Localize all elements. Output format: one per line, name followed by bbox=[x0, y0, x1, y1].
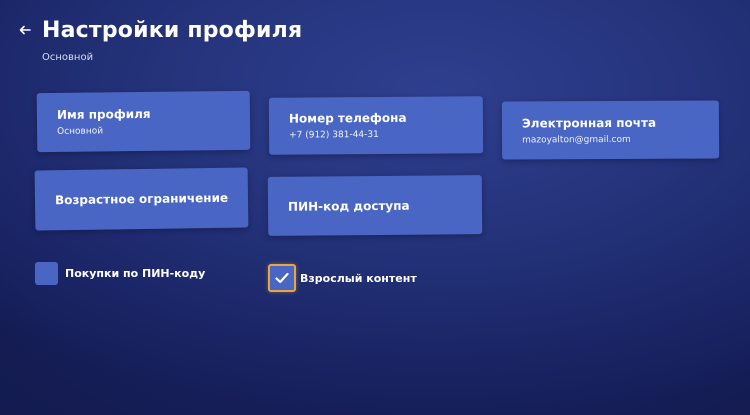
pin-code-card[interactable]: ПИН-код доступа bbox=[267, 175, 483, 236]
back-button[interactable] bbox=[17, 22, 33, 38]
profile-name-title: Имя профиля bbox=[56, 106, 151, 122]
email-card[interactable]: Электронная почта mazoyalton@gmail.com bbox=[501, 100, 720, 160]
arrow-left-icon bbox=[19, 25, 31, 35]
age-restriction-card[interactable]: Возрастное ограничение bbox=[34, 167, 249, 231]
checkmark-icon bbox=[275, 272, 289, 284]
age-restriction-title: Возрастное ограничение bbox=[54, 190, 229, 208]
adult-content-checkbox[interactable] bbox=[268, 264, 296, 292]
phone-value: +7 (912) 381-44-31 bbox=[289, 129, 379, 141]
phone-title: Номер телефона bbox=[288, 110, 407, 126]
pin-purchases-checkbox[interactable] bbox=[35, 262, 58, 285]
adult-content-option[interactable]: Взрослый контент bbox=[268, 264, 417, 292]
pin-purchases-label: Покупки по ПИН-коду bbox=[65, 267, 206, 280]
profile-name-value: Основной bbox=[57, 126, 104, 137]
adult-content-label: Взрослый контент bbox=[300, 271, 417, 285]
phone-card[interactable]: Номер телефона +7 (912) 381-44-31 bbox=[268, 96, 484, 155]
pin-code-title: ПИН-код доступа bbox=[287, 198, 410, 214]
email-title: Электронная почта bbox=[521, 115, 657, 130]
email-value: mazoyalton@gmail.com bbox=[522, 134, 631, 145]
page-title: Настройки профиля bbox=[42, 18, 303, 43]
page-subtitle: Основной bbox=[42, 52, 94, 63]
pin-purchases-option[interactable]: Покупки по ПИН-коду bbox=[35, 262, 205, 285]
profile-name-card[interactable]: Имя профиля Основной bbox=[36, 90, 251, 153]
